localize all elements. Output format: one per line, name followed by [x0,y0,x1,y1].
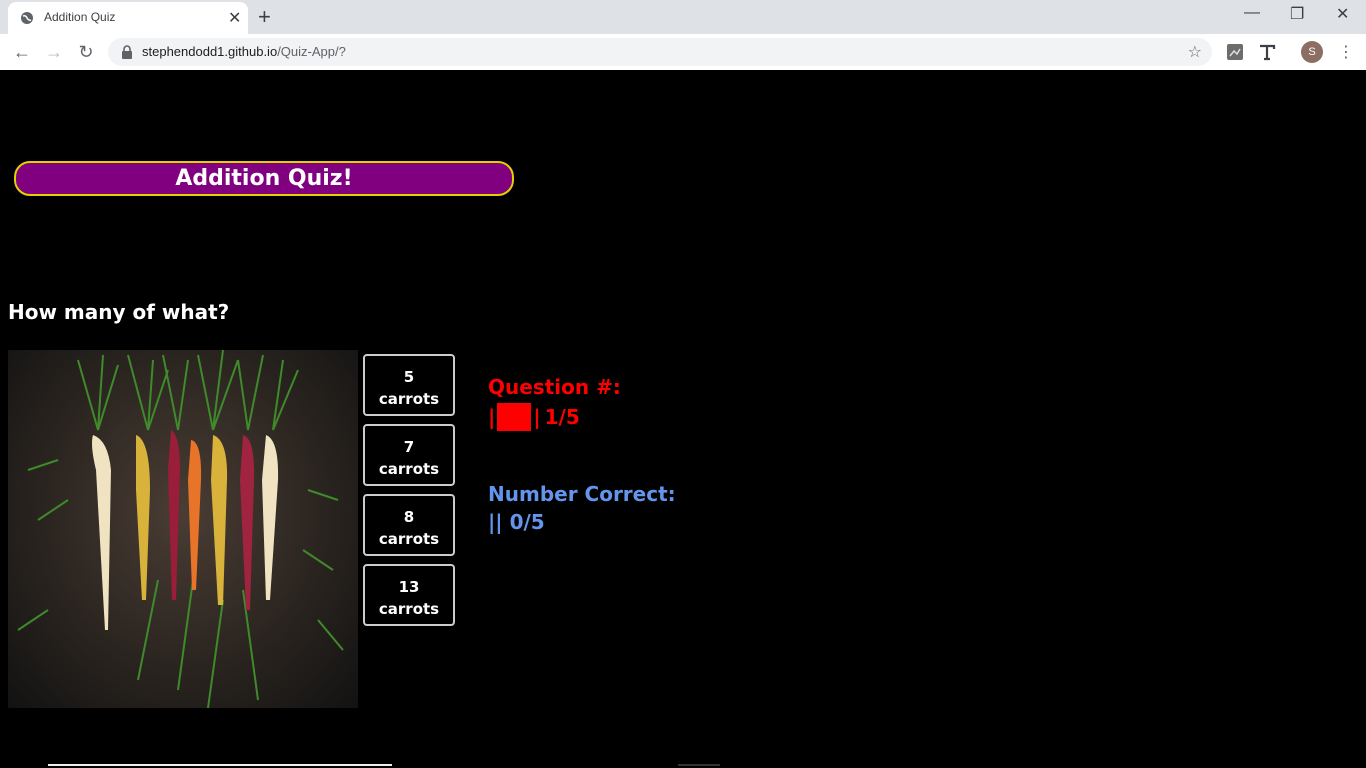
address-bar[interactable]: stephendodd1.github.io/Quiz-App/? ☆ [108,38,1212,66]
quiz-title: Addition Quiz! [14,161,514,196]
restore-icon[interactable]: ❐ [1290,4,1304,24]
globe-icon [21,12,33,24]
bottom-marker [678,764,720,766]
carrots-image [8,350,358,708]
answer-unit: carrots [378,460,440,478]
url-text: stephendodd1.github.io/Quiz-App/? [142,44,346,59]
extension-chart-icon[interactable] [1226,43,1244,61]
tab-close-icon[interactable]: ✕ [228,8,241,28]
answer-button[interactable]: 13 carrots [363,564,455,626]
answer-unit: carrots [378,530,440,548]
progress-bracket-left: | [488,405,496,429]
question-text: How many of what? [8,300,230,324]
answer-button[interactable]: 8 carrots [363,494,455,556]
forward-icon[interactable]: → [42,40,66,64]
new-tab-icon[interactable]: + [258,4,271,30]
browser-toolbar: ← → ↻ stephendodd1.github.io/Quiz-App/? … [0,34,1366,70]
question-progress-bar [497,403,532,431]
tab-title: Addition Quiz [44,10,116,24]
profile-avatar[interactable]: S [1301,41,1323,63]
browser-tab[interactable]: Addition Quiz ✕ [8,2,248,34]
browser-chrome: Addition Quiz ✕ + — ❐ ✕ ← → ↻ stephendod… [0,0,1366,70]
answer-list: 5 carrots 7 carrots 8 carrots 13 carrots [363,354,455,634]
url-host: stephendodd1.github.io [142,44,278,59]
answer-number: 5 [403,368,415,386]
minimize-icon[interactable]: — [1244,4,1260,22]
answer-number: 13 [398,578,420,596]
progress-bracket-right: | [533,405,541,429]
correct-progress-bar: || [488,510,503,534]
carrots-illustration [17,350,344,708]
question-number-label: Question #: [488,375,621,399]
lock-icon [122,45,132,59]
answer-number: 7 [403,438,415,456]
answer-unit: carrots [378,600,440,618]
tab-strip: Addition Quiz ✕ + — ❐ ✕ [0,0,1366,34]
back-icon[interactable]: ← [10,40,34,64]
extension-text-icon[interactable] [1258,43,1276,61]
page-content: Addition Quiz! How many of what? 5 carro… [0,70,1366,768]
bottom-divider [48,764,392,766]
answer-button[interactable]: 7 carrots [363,424,455,486]
bookmark-star-icon[interactable]: ☆ [1188,42,1202,61]
question-progress: | | 1/5 [488,403,580,431]
answer-number: 8 [403,508,415,526]
correct-progress-text: 0/5 [509,510,545,534]
kebab-menu-icon[interactable]: ⋮ [1338,42,1354,61]
reload-icon[interactable]: ↻ [74,40,98,64]
answer-unit: carrots [378,390,440,408]
answer-button[interactable]: 5 carrots [363,354,455,416]
url-path: /Quiz-App/? [277,44,346,59]
correct-progress: || 0/5 [488,510,545,534]
window-close-icon[interactable]: ✕ [1336,4,1349,24]
correct-count-label: Number Correct: [488,482,676,506]
question-progress-text: 1/5 [544,405,580,429]
